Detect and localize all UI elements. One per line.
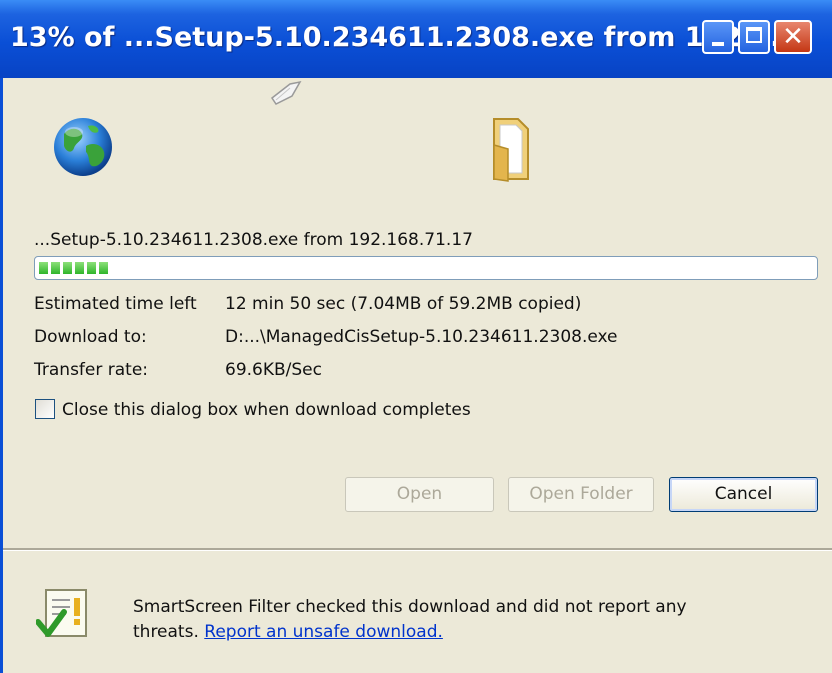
cancel-button[interactable]: Cancel [669, 477, 818, 512]
flying-paper-icon [270, 80, 302, 105]
close-icon: ✕ [782, 22, 804, 52]
download-to-value: D:...\ManagedCisSetup-5.10.234611.2308.e… [225, 327, 618, 347]
window-border [0, 78, 3, 673]
close-on-complete-label[interactable]: Close this dialog box when download comp… [62, 400, 471, 420]
transfer-rate-label: Transfer rate: [34, 360, 149, 380]
estimated-time-label: Estimated time left [34, 294, 197, 314]
smartscreen-message-line2: threats. Report an unsafe download. [133, 622, 443, 642]
download-to-label: Download to: [34, 327, 147, 347]
progress-segment [51, 262, 60, 274]
title-bar[interactable]: 13% of ...Setup-5.10.234611.2308.exe fro… [0, 0, 832, 78]
transfer-rate-value: 69.6KB/Sec [225, 360, 322, 380]
open-button[interactable]: Open [345, 477, 494, 512]
close-button[interactable]: ✕ [774, 20, 812, 54]
open-folder-button[interactable]: Open Folder [508, 477, 654, 512]
smartscreen-shield-icon [36, 589, 87, 637]
smartscreen-threats-text: threats. [133, 622, 205, 642]
close-on-complete-checkbox[interactable] [35, 399, 55, 419]
divider [3, 548, 832, 551]
maximize-button[interactable] [738, 20, 770, 54]
progress-segment [75, 262, 84, 274]
smartscreen-message: SmartScreen Filter checked this download… [133, 597, 687, 617]
progress-segment [39, 262, 48, 274]
minimize-icon [712, 42, 724, 46]
progress-segment [63, 262, 72, 274]
progress-bar [34, 256, 818, 280]
report-unsafe-download-link[interactable]: Report an unsafe download. [204, 622, 443, 642]
estimated-time-value: 12 min 50 sec (7.04MB of 59.2MB copied) [225, 294, 582, 314]
download-source: ...Setup-5.10.234611.2308.exe from 192.1… [34, 230, 473, 250]
progress-segment [99, 262, 108, 274]
maximize-icon [746, 27, 762, 43]
progress-fill [39, 262, 108, 274]
window-title: 13% of ...Setup-5.10.234611.2308.exe fro… [10, 22, 801, 53]
download-dialog: 13% of ...Setup-5.10.234611.2308.exe fro… [0, 0, 832, 673]
folder-icon [493, 118, 529, 182]
minimize-button[interactable] [702, 20, 734, 54]
globe-icon [54, 118, 112, 176]
progress-segment [87, 262, 96, 274]
